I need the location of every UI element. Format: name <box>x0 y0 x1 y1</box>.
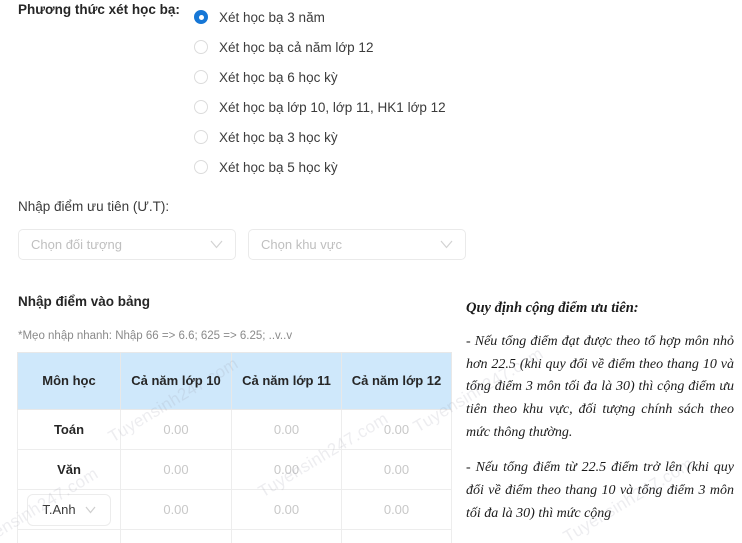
radio-option-lop-10-11-hk1-12[interactable]: Xét học bạ lớp 10, lớp 11, HK1 lớp 12 <box>194 92 466 122</box>
radio-circle-icon <box>194 100 208 114</box>
radio-circle-icon <box>194 40 208 54</box>
column-header-grade-12: Cả năm lớp 12 <box>341 352 452 410</box>
column-header-grade-11: Cả năm lớp 11 <box>231 352 342 410</box>
priority-subject-select[interactable]: Chọn đối tượng <box>18 229 236 260</box>
method-radio-list: Xét học bạ 3 năm Xét học bạ cả năm lớp 1… <box>194 2 466 182</box>
subject-cell <box>17 529 121 543</box>
radio-circle-icon <box>194 160 208 174</box>
radio-circle-icon <box>194 70 208 84</box>
rules-paragraph-1: - Nếu tổng điểm đạt được theo tổ hợp môn… <box>466 334 734 440</box>
subject-select[interactable]: T.Anh <box>27 493 111 526</box>
score-value: 0.00 <box>163 422 189 437</box>
score-input-grade-11[interactable] <box>231 529 342 543</box>
score-value: 0.00 <box>383 422 410 437</box>
score-input-grade-12[interactable]: 0.00 <box>341 489 452 530</box>
score-input-grade-12[interactable] <box>341 529 452 543</box>
score-input-grade-11[interactable]: 0.00 <box>231 409 342 450</box>
priority-score-label: Nhập điểm ưu tiên (Ư.T): <box>18 199 170 214</box>
chevron-down-icon <box>85 506 96 514</box>
score-input-grade-12[interactable]: 0.00 <box>341 409 452 450</box>
radio-circle-icon <box>194 130 208 144</box>
table-row <box>17 529 452 543</box>
chevron-down-icon <box>210 240 223 249</box>
column-header-subject: Môn học <box>17 352 121 410</box>
score-value: 0.00 <box>163 462 189 477</box>
priority-area-placeholder: Chọn khu vực <box>261 237 342 252</box>
admission-form-column: Phương thức xét học bạ: Xét học bạ 3 năm… <box>0 0 466 543</box>
score-input-grade-11[interactable]: 0.00 <box>231 489 342 530</box>
score-value: 0.00 <box>163 502 189 517</box>
subject-label: Toán <box>53 422 85 437</box>
subject-label: T.Anh <box>42 502 76 517</box>
priority-area-select[interactable]: Chọn khu vực <box>248 229 466 260</box>
table-row: T.Anh 0.00 0.00 0.00 <box>17 489 452 530</box>
rules-title: Quy định cộng điểm ưu tiên: <box>466 300 639 316</box>
score-value: 0.00 <box>273 462 300 477</box>
rules-paragraph-2: - Nếu tổng điểm từ 22.5 điểm trở lên (kh… <box>466 460 734 521</box>
score-input-grade-10[interactable]: 0.00 <box>120 409 232 450</box>
radio-circle-icon <box>194 10 208 24</box>
priority-subject-placeholder: Chọn đối tượng <box>31 237 122 252</box>
page-root: Phương thức xét học bạ: Xét học bạ 3 năm… <box>0 0 742 543</box>
priority-rules-panel: Quy định cộng điểm ưu tiên: - Nếu tổng đ… <box>466 300 734 538</box>
method-group-label: Phương thức xét học bạ: <box>18 2 180 17</box>
score-input-grade-10[interactable]: 0.00 <box>120 489 232 530</box>
radio-option-3-nam[interactable]: Xét học bạ 3 năm <box>194 2 466 32</box>
radio-label: Xét học bạ 3 năm <box>219 9 325 25</box>
radio-option-3-hoc-ky[interactable]: Xét học bạ 3 học kỳ <box>194 122 466 152</box>
table-header-row: Môn học Cả năm lớp 10 Cả năm lớp 11 Cả n… <box>17 352 452 410</box>
radio-option-6-hoc-ky[interactable]: Xét học bạ 6 học kỳ <box>194 62 466 92</box>
subject-label: Văn <box>57 462 81 477</box>
column-header-grade-10: Cả năm lớp 10 <box>120 352 232 410</box>
score-value: 0.00 <box>383 502 410 517</box>
score-input-grade-12[interactable]: 0.00 <box>341 449 452 490</box>
quick-entry-hint: *Mẹo nhập nhanh: Nhập 66 => 6.6; 625 => … <box>18 330 293 342</box>
table-row: Toán 0.00 0.00 0.00 <box>17 409 452 450</box>
radio-label: Xét học bạ lớp 10, lớp 11, HK1 lớp 12 <box>219 99 446 115</box>
score-value: 0.00 <box>383 462 410 477</box>
subject-cell: Toán <box>17 409 121 450</box>
radio-label: Xét học bạ 6 học kỳ <box>219 69 338 85</box>
radio-option-5-hoc-ky[interactable]: Xét học bạ 5 học kỳ <box>194 152 466 182</box>
score-input-grade-10[interactable] <box>120 529 232 543</box>
radio-option-ca-nam-lop-12[interactable]: Xét học bạ cả năm lớp 12 <box>194 32 466 62</box>
chevron-down-icon <box>440 240 453 249</box>
table-row: Văn 0.00 0.00 0.00 <box>17 449 452 490</box>
radio-label: Xét học bạ cả năm lớp 12 <box>219 39 374 55</box>
subject-cell: T.Anh <box>17 489 121 530</box>
radio-label: Xét học bạ 5 học kỳ <box>219 159 338 175</box>
score-input-grade-11[interactable]: 0.00 <box>231 449 342 490</box>
score-table: Môn học Cả năm lớp 10 Cả năm lớp 11 Cả n… <box>17 352 452 543</box>
method-radio-group: Phương thức xét học bạ: Xét học bạ 3 năm… <box>0 0 466 182</box>
score-value: 0.00 <box>273 502 300 517</box>
subject-cell: Văn <box>17 449 121 490</box>
radio-label: Xét học bạ 3 học kỳ <box>219 129 338 145</box>
score-table-title: Nhập điểm vào bảng <box>18 294 151 309</box>
score-input-grade-10[interactable]: 0.00 <box>120 449 232 490</box>
score-value: 0.00 <box>273 422 300 437</box>
